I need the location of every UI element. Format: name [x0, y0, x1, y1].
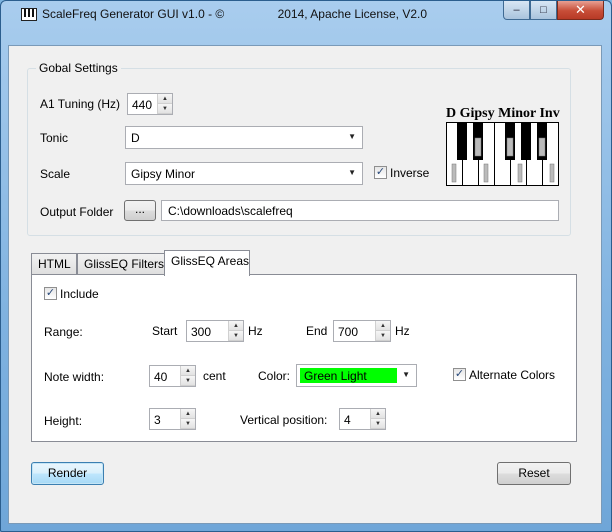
tab-html[interactable]: HTML — [31, 253, 77, 275]
start-unit-label: Hz — [248, 324, 263, 338]
color-select[interactable]: Green Light ▼ — [296, 364, 417, 387]
scale-value: Gipsy Minor — [131, 167, 196, 181]
note-width-value: 40 — [154, 370, 168, 384]
include-label: Include — [60, 287, 99, 301]
reset-button[interactable]: Reset — [497, 462, 571, 485]
render-button[interactable]: Render — [31, 462, 104, 485]
end-value: 700 — [338, 325, 359, 339]
note-width-label: Note width: — [44, 370, 105, 384]
color-label: Color: — [258, 369, 291, 383]
include-checkbox[interactable]: ✓ — [44, 287, 57, 300]
browse-button[interactable]: ... — [124, 200, 156, 221]
minimize-button[interactable]: – — [503, 1, 530, 20]
output-folder-label: Output Folder — [40, 205, 114, 219]
vertical-position-spinner[interactable]: 4 ▲ ▼ — [339, 408, 386, 430]
end-spinner[interactable]: 700 ▲ ▼ — [333, 320, 391, 342]
a1-tuning-value: 440 — [132, 98, 153, 112]
output-folder-value: C:\downloads\scalefreq — [168, 204, 293, 218]
spin-down-icon[interactable]: ▼ — [371, 419, 385, 429]
close-button[interactable]: ✕ — [557, 1, 604, 20]
color-value: Green Light — [304, 369, 367, 383]
spin-down-icon[interactable]: ▼ — [181, 419, 195, 429]
global-settings-label: Gobal Settings — [36, 61, 121, 75]
spin-up-icon[interactable]: ▲ — [229, 321, 243, 331]
spin-up-icon[interactable]: ▲ — [181, 366, 195, 376]
spin-up-icon[interactable]: ▲ — [158, 94, 172, 104]
spin-down-icon[interactable]: ▼ — [181, 376, 195, 386]
tonic-select[interactable]: D ▼ — [125, 126, 363, 149]
tab-glisseq-areas[interactable]: GlissEQ Areas — [164, 250, 250, 276]
chevron-down-icon: ▼ — [402, 370, 410, 379]
spin-down-icon[interactable]: ▼ — [376, 331, 390, 341]
title-bar[interactable]: ScaleFreq Generator GUI v1.0 - © 2014, A… — [1, 1, 611, 31]
tonic-label: Tonic — [40, 131, 69, 145]
range-label: Range: — [44, 325, 83, 339]
start-label: Start — [152, 324, 178, 338]
chevron-down-icon: ▼ — [348, 132, 356, 141]
spin-up-icon[interactable]: ▲ — [371, 409, 385, 419]
piano-app-icon — [21, 8, 37, 21]
scale-label: Scale — [40, 167, 71, 181]
a1-tuning-label: A1 Tuning (Hz) — [40, 97, 121, 111]
maximize-button[interactable]: □ — [530, 1, 557, 20]
end-unit-label: Hz — [395, 324, 410, 338]
note-width-spinner[interactable]: 40 ▲ ▼ — [149, 365, 196, 387]
vertical-position-label: Vertical position: — [240, 413, 328, 427]
piano-title: D Gipsy Minor Inv — [446, 106, 560, 121]
spin-up-icon[interactable]: ▲ — [181, 409, 195, 419]
window-title: ScaleFreq Generator GUI v1.0 - © 2014, A… — [42, 7, 428, 21]
scale-select[interactable]: Gipsy Minor ▼ — [125, 162, 363, 185]
a1-tuning-spinner[interactable]: 440 ▲ ▼ — [127, 93, 173, 115]
note-width-unit-label: cent — [203, 369, 226, 383]
chevron-down-icon: ▼ — [348, 168, 356, 177]
piano-keyboard — [446, 122, 559, 186]
spin-down-icon[interactable]: ▼ — [158, 104, 172, 114]
spin-down-icon[interactable]: ▼ — [229, 331, 243, 341]
tonic-value: D — [131, 131, 140, 145]
inverse-checkbox[interactable]: ✓ — [374, 166, 387, 179]
alternate-colors-label: Alternate Colors — [469, 368, 556, 382]
spin-up-icon[interactable]: ▲ — [376, 321, 390, 331]
height-spinner[interactable]: 3 ▲ ▼ — [149, 408, 196, 430]
height-value: 3 — [154, 413, 161, 427]
output-folder-input[interactable]: C:\downloads\scalefreq — [161, 200, 559, 221]
start-value: 300 — [191, 325, 212, 339]
vertical-position-value: 4 — [344, 413, 351, 427]
height-label: Height: — [44, 414, 83, 428]
start-spinner[interactable]: 300 ▲ ▼ — [186, 320, 244, 342]
end-label: End — [306, 324, 328, 338]
alternate-colors-checkbox[interactable]: ✓ — [453, 368, 466, 381]
inverse-label: Inverse — [390, 166, 430, 180]
